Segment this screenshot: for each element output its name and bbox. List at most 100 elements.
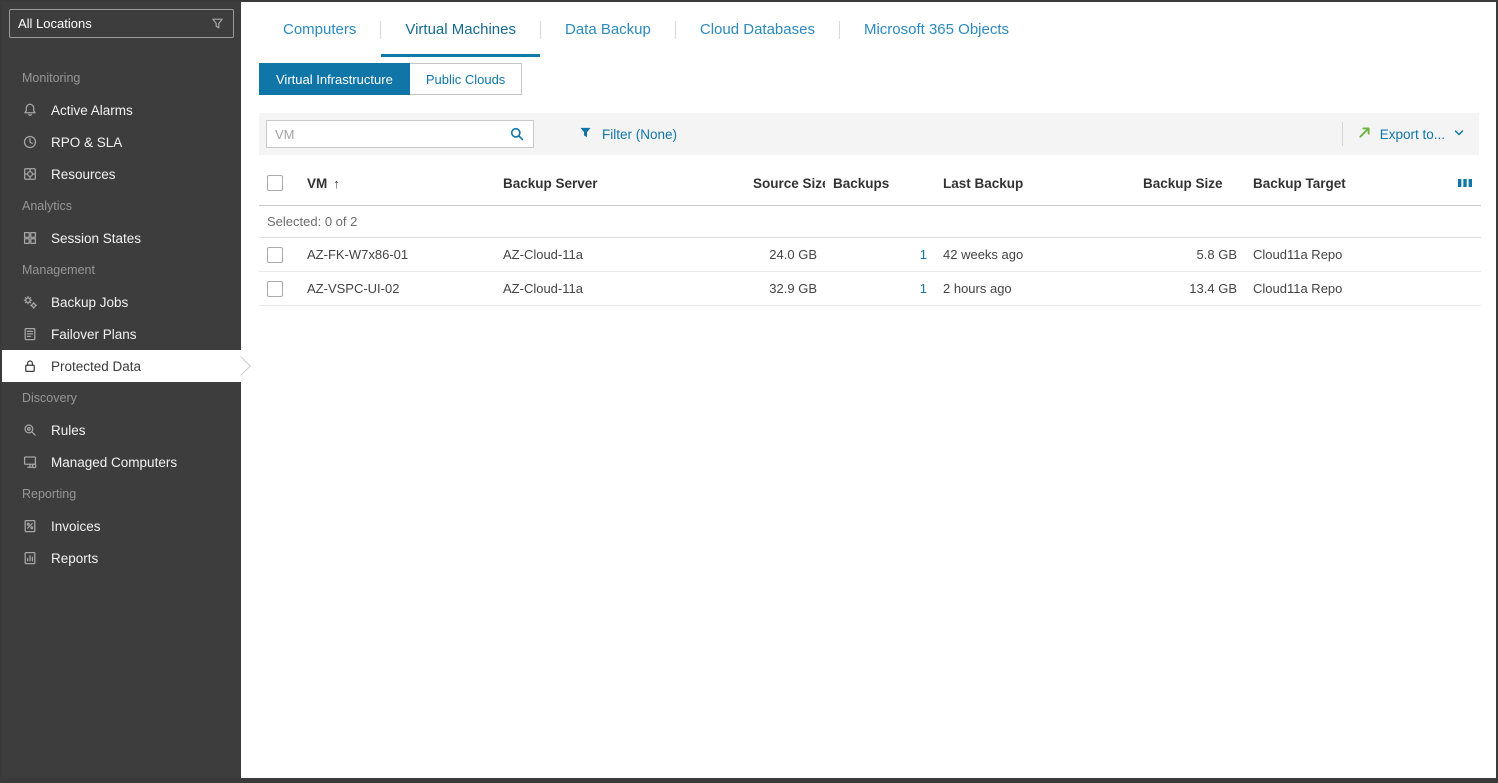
search-box xyxy=(266,120,534,148)
cell-backups: 1 xyxy=(825,271,935,306)
clipboard-icon xyxy=(22,326,38,342)
sidebar-item-managed-computers[interactable]: Managed Computers xyxy=(2,446,241,478)
cell-backup-server: AZ-Cloud-11a xyxy=(495,271,745,306)
cell-last-backup: 2 hours ago xyxy=(935,271,1135,306)
chevron-down-icon xyxy=(1453,127,1465,142)
main-content: Computers Virtual Machines Data Backup C… xyxy=(241,2,1496,778)
filter-button[interactable]: Filter (None) xyxy=(578,125,677,143)
select-all-cell xyxy=(259,161,299,207)
table-header-row: VM ↑ Backup Server Source Size Backups La… xyxy=(259,161,1481,207)
columns-icon[interactable] xyxy=(1449,176,1473,190)
export-label: Export to... xyxy=(1379,126,1445,142)
cell-source-size: 32.9 GB xyxy=(745,271,825,306)
sidebar-item-protected-data[interactable]: Protected Data xyxy=(2,350,241,382)
sessions-grid-icon xyxy=(22,230,38,246)
search-input[interactable] xyxy=(267,126,501,142)
tab-data-backup[interactable]: Data Backup xyxy=(541,2,675,57)
sidebar-item-label: Invoices xyxy=(51,518,101,534)
sidebar-item-label: Backup Jobs xyxy=(51,294,129,310)
sidebar-item-label: Protected Data xyxy=(51,358,142,374)
cell-empty xyxy=(1441,237,1481,272)
sidebar-item-session-states[interactable]: Session States xyxy=(2,222,241,254)
cell-backup-size: 5.8 GB xyxy=(1135,237,1245,272)
sidebar-item-label: Rules xyxy=(51,422,86,438)
clock-icon xyxy=(22,134,38,150)
col-header-vm[interactable]: VM ↑ xyxy=(299,161,495,207)
sidebar-section-management: Management xyxy=(22,263,95,277)
sidebar-item-invoices[interactable]: Invoices xyxy=(2,510,241,542)
sidebar-section-reporting: Reporting xyxy=(22,487,77,501)
col-header-chooser xyxy=(1441,161,1481,207)
app-window: All Locations Monitoring Active Alarms R… xyxy=(0,0,1498,783)
subtab-virtual-infrastructure[interactable]: Virtual Infrastructure xyxy=(259,63,410,95)
cell-source-size: 24.0 GB xyxy=(745,237,825,272)
sidebar-section-discovery: Discovery xyxy=(22,391,77,405)
col-header-backup-size[interactable]: Backup Size xyxy=(1135,161,1245,207)
sidebar-item-label: Managed Computers xyxy=(51,454,178,470)
sort-asc-icon: ↑ xyxy=(333,175,340,191)
sidebar-item-label: Reports xyxy=(51,550,99,566)
row-checkbox[interactable] xyxy=(267,280,283,297)
top-tabbar: Computers Virtual Machines Data Backup C… xyxy=(241,2,1496,57)
location-filter-dropdown[interactable]: All Locations xyxy=(9,9,234,38)
toolbar-divider xyxy=(1341,122,1343,146)
sidebar-item-rules[interactable]: Rules xyxy=(2,414,241,446)
tab-computers[interactable]: Computers xyxy=(259,2,380,57)
cell-backup-target: Cloud11a Repo xyxy=(1245,237,1441,272)
subtab-group: Virtual Infrastructure Public Clouds xyxy=(259,63,523,95)
sidebar-item-active-alarms[interactable]: Active Alarms xyxy=(2,94,241,126)
table-row[interactable]: AZ-FK-W7x86-01 AZ-Cloud-11a 24.0 GB 1 42… xyxy=(259,237,1481,272)
backups-count-link[interactable]: 1 xyxy=(920,281,927,296)
table-row[interactable]: AZ-VSPC-UI-02 AZ-Cloud-11a 32.9 GB 1 2 h… xyxy=(259,271,1481,306)
cell-backup-server: AZ-Cloud-11a xyxy=(495,237,745,272)
export-button[interactable]: Export to... xyxy=(1357,125,1469,143)
report-doc-icon xyxy=(22,550,38,566)
sidebar-item-label: Resources xyxy=(51,166,116,182)
filter-label: Filter (None) xyxy=(602,126,678,142)
select-all-checkbox[interactable] xyxy=(267,175,283,192)
row-select-cell xyxy=(259,271,299,306)
cell-backups: 1 xyxy=(825,237,935,272)
selection-summary-row: Selected: 0 of 2 xyxy=(259,205,1481,239)
sidebar-item-reports[interactable]: Reports xyxy=(2,542,241,574)
col-header-backup-server[interactable]: Backup Server xyxy=(495,161,745,207)
resources-icon xyxy=(22,166,38,182)
row-select-cell xyxy=(259,237,299,272)
computer-gear-icon xyxy=(22,454,38,470)
green-arrow-icon xyxy=(1357,125,1372,143)
sidebar-item-resources[interactable]: Resources xyxy=(2,158,241,190)
col-header-backups[interactable]: Backups xyxy=(825,161,935,207)
sidebar-item-label: RPO & SLA xyxy=(51,134,123,150)
cell-vm: AZ-VSPC-UI-02 xyxy=(299,271,495,306)
cell-empty xyxy=(1441,271,1481,306)
sidebar-section-monitoring: Monitoring xyxy=(22,71,81,85)
col-header-source-size[interactable]: Source Size xyxy=(745,161,825,207)
toolbar-right: Export to... xyxy=(1341,122,1469,146)
vm-table-wrap: VM ↑ Backup Server Source Size Backups La… xyxy=(259,161,1481,306)
funnel-icon xyxy=(210,16,225,31)
sidebar-item-failover-plans[interactable]: Failover Plans xyxy=(2,318,241,350)
sidebar: All Locations Monitoring Active Alarms R… xyxy=(2,2,241,778)
tab-virtual-machines[interactable]: Virtual Machines xyxy=(381,2,540,57)
magnifier-icon[interactable] xyxy=(501,126,533,142)
selection-summary: Selected: 0 of 2 xyxy=(259,205,1481,239)
sidebar-item-label: Failover Plans xyxy=(51,326,137,342)
cell-backup-size: 13.4 GB xyxy=(1135,271,1245,306)
bell-icon xyxy=(22,102,38,118)
col-header-backup-target[interactable]: Backup Target xyxy=(1245,161,1441,207)
funnel-icon xyxy=(578,125,593,143)
vm-table: VM ↑ Backup Server Source Size Backups La… xyxy=(259,161,1481,306)
row-checkbox[interactable] xyxy=(267,247,283,263)
subtab-public-clouds[interactable]: Public Clouds xyxy=(409,63,523,95)
sidebar-item-backup-jobs[interactable]: Backup Jobs xyxy=(2,286,241,318)
backups-count-link[interactable]: 1 xyxy=(920,247,927,262)
toolbar: Filter (None) Export to... xyxy=(259,113,1479,155)
cell-last-backup: 42 weeks ago xyxy=(935,237,1135,272)
sidebar-section-analytics: Analytics xyxy=(22,199,73,213)
col-header-last-backup[interactable]: Last Backup xyxy=(935,161,1135,207)
tab-microsoft-365-objects[interactable]: Microsoft 365 Objects xyxy=(840,2,1033,57)
sidebar-item-rpo-sla[interactable]: RPO & SLA xyxy=(2,126,241,158)
gears-icon xyxy=(22,294,38,310)
tab-cloud-databases[interactable]: Cloud Databases xyxy=(676,2,839,57)
magnifier-gear-icon xyxy=(22,422,38,438)
